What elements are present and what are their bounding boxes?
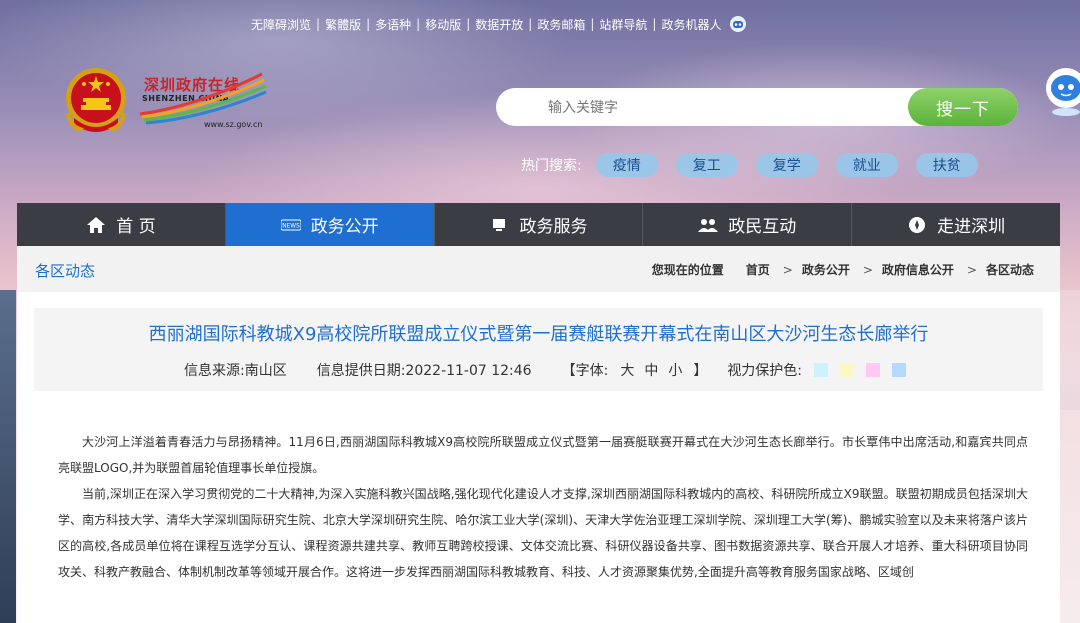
nav-gov-affairs-open-label: 政务公开: [310, 217, 379, 237]
hot-tag-epidemic[interactable]: 疫情: [595, 153, 658, 177]
article-date: 信息提供日期:2022-11-07 12:46: [316, 363, 532, 379]
breadcrumb: 您现在的位置 首页 > 政务公开 > 政府信息公开 > 各区动态: [652, 261, 1034, 278]
background-building: [0, 290, 16, 623]
font-size-large[interactable]: 大: [620, 360, 634, 380]
svg-text:NEWS: NEWS: [282, 223, 300, 229]
section-title: 各区动态: [35, 262, 96, 280]
article-meta: 信息来源:南山区 信息提供日期:2022-11-07 12:46 【字体: 大 …: [184, 360, 907, 380]
nav-about-shenzhen-label: 走进深圳: [937, 217, 1006, 237]
nav-gov-services[interactable]: 政务服务: [435, 203, 644, 246]
link-gov-mail[interactable]: 政务邮箱: [532, 16, 590, 33]
link-multilingual[interactable]: 多语种: [370, 16, 416, 33]
font-size-small[interactable]: 小: [668, 360, 682, 380]
article-header: 西丽湖国际科教城X9高校院所联盟成立仪式暨第一届赛艇联赛开幕式在南山区大沙河生态…: [34, 308, 1043, 391]
article-paragraph: 当前,深圳正在深入学习贯彻党的二十大精神,为深入实施科教兴国战略,强化现代化建设…: [58, 487, 1028, 579]
search-button[interactable]: 搜一下: [908, 88, 1018, 126]
site-logo[interactable]: 深圳政府在线 SHENZHEN CHINA www.sz.gov.cn: [138, 70, 268, 132]
separator: |: [316, 17, 321, 31]
nav-gov-affairs-open[interactable]: NEWS 政务公开: [225, 203, 435, 246]
nav-about-shenzhen[interactable]: 走进深圳: [852, 203, 1060, 246]
nav-gov-services-label: 政务服务: [519, 217, 588, 237]
compass-icon: [907, 215, 927, 235]
breadcrumb-home[interactable]: 首页: [746, 261, 770, 278]
search-box: 搜一下: [496, 88, 1018, 126]
hot-search-label: 热门搜索:: [521, 158, 582, 174]
hot-searches: 热门搜索: 疫情 复工 复学 就业 扶贫: [521, 153, 996, 177]
eye-color-pink[interactable]: [866, 363, 881, 377]
font-size-medium[interactable]: 中: [644, 360, 658, 380]
breadcrumb-district-news[interactable]: 各区动态: [986, 261, 1034, 278]
assistant-robot-icon[interactable]: [1040, 66, 1080, 116]
top-links: 无障碍浏览 | 繁體版 | 多语种 | 移动版 | 数据开放 | 政务邮箱 | …: [246, 14, 747, 34]
link-gov-robot[interactable]: 政务机器人: [656, 16, 726, 33]
breadcrumb-bar: 各区动态 您现在的位置 首页 > 政务公开 > 政府信息公开 > 各区动态: [17, 246, 1060, 293]
breadcrumb-separator: >: [862, 262, 873, 277]
eye-color-skyblue[interactable]: [892, 363, 907, 377]
separator: |: [528, 17, 533, 31]
separator: |: [466, 17, 471, 31]
breadcrumb-gov-info-open[interactable]: 政府信息公开: [882, 261, 954, 278]
people-icon: [698, 215, 719, 235]
separator: |: [416, 17, 421, 31]
eye-color-blue[interactable]: [814, 363, 829, 377]
search-input[interactable]: [546, 97, 890, 119]
hot-tag-poverty[interactable]: 扶贫: [915, 153, 978, 177]
national-emblem-icon: [66, 68, 126, 132]
article-body: 大沙河上洋溢着青春活力与昂扬精神。11月6日,西丽湖国际科教城X9高校院所联盟成…: [58, 429, 1028, 585]
hot-tag-resume-work[interactable]: 复工: [675, 153, 738, 177]
font-size-end: 】: [693, 363, 708, 379]
home-icon: [86, 215, 106, 235]
news-icon: NEWS: [280, 215, 301, 235]
hot-tag-resume-school[interactable]: 复学: [755, 153, 818, 177]
separator: |: [590, 17, 595, 31]
breadcrumb-separator: >: [782, 262, 793, 277]
article-title: 西丽湖国际科教城X9高校院所联盟成立仪式暨第一届赛艇联赛开幕式在南山区大沙河生态…: [148, 324, 929, 345]
eye-protection-label: 视力保护色:: [727, 363, 803, 379]
article-panel: 西丽湖国际科教城X9高校院所联盟成立仪式暨第一届赛艇联赛开幕式在南山区大沙河生态…: [17, 292, 1060, 623]
font-size-label: 【字体:: [561, 363, 609, 379]
nav-interaction-label: 政民互动: [728, 217, 797, 237]
monitor-icon: [489, 215, 509, 235]
article-paragraph: 大沙河上洋溢着青春活力与昂扬精神。11月6日,西丽湖国际科教城X9高校院所联盟成…: [58, 435, 1028, 475]
separator: |: [366, 17, 371, 31]
nav-home[interactable]: 首 页: [17, 203, 226, 246]
robot-icon[interactable]: [729, 15, 747, 33]
breadcrumb-gov-affairs-open[interactable]: 政务公开: [802, 261, 850, 278]
link-traditional[interactable]: 繁體版: [320, 16, 366, 33]
link-mobile[interactable]: 移动版: [420, 16, 466, 33]
nav-interaction[interactable]: 政民互动: [643, 203, 853, 246]
separator: |: [652, 17, 657, 31]
link-accessibility[interactable]: 无障碍浏览: [246, 16, 316, 33]
breadcrumb-prefix: 您现在的位置: [651, 263, 724, 277]
nav-home-label: 首 页: [116, 217, 156, 237]
breadcrumb-separator: >: [966, 262, 977, 277]
link-site-nav[interactable]: 站群导航: [594, 16, 652, 33]
main-nav: 首 页 NEWS 政务公开 政务服务 政民互动 走进深圳: [17, 203, 1060, 246]
article-source: 信息来源:南山区: [184, 363, 287, 379]
link-open-data[interactable]: 数据开放: [470, 16, 528, 33]
logo-url: www.sz.gov.cn: [204, 120, 263, 129]
eye-color-yellow[interactable]: [840, 363, 855, 377]
hot-tag-employment[interactable]: 就业: [835, 153, 898, 177]
